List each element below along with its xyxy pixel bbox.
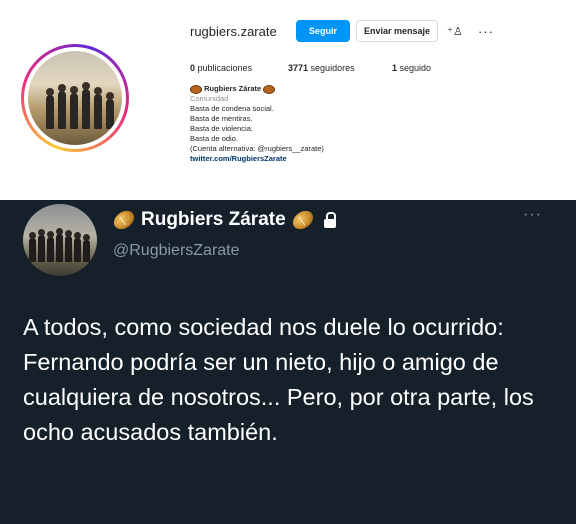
rugby-ball-icon <box>110 207 138 233</box>
lock-icon <box>323 212 336 228</box>
rugby-ball-icon <box>263 84 276 94</box>
followers-count[interactable]: 3771 seguidores <box>288 63 355 73</box>
rugby-ball-icon <box>190 84 202 94</box>
bio-line: Basta de violencia. <box>190 124 253 133</box>
following-count[interactable]: 1 seguido <box>392 63 431 73</box>
instagram-profile-header: rugbiers.zarate Seguir Enviar mensaje ⁺♙… <box>0 0 576 200</box>
posts-count[interactable]: 0 publicaciones <box>190 63 252 73</box>
tweet-author-avatar[interactable] <box>23 204 97 276</box>
bio-line: (Cuenta alternativa: @rugbiers__zarate) <box>190 144 324 153</box>
tweet-author-handle[interactable]: @RugbiersZarate <box>113 242 240 260</box>
follow-button[interactable]: Seguir <box>296 20 350 42</box>
person-add-icon[interactable]: ⁺♙ <box>443 20 467 42</box>
bio-display-name: Rugbiers Zárate <box>204 84 262 93</box>
bio-line: Basta de condena social. <box>190 104 274 113</box>
profile-avatar[interactable] <box>21 44 129 152</box>
bio-line: Basta de mentiras. <box>190 114 253 123</box>
send-message-button[interactable]: Enviar mensaje <box>356 20 438 42</box>
more-options-icon[interactable]: ··· <box>474 20 498 42</box>
bio-line: Basta de odio. <box>190 134 238 143</box>
tweet-author-name-row[interactable]: Rugbiers Zárate <box>110 207 336 233</box>
tweet-text: A todos, como sociedad nos duele lo ocur… <box>23 314 534 445</box>
more-options-icon[interactable]: ··· <box>523 206 542 224</box>
rugby-ball-icon <box>289 207 317 233</box>
tweet-card: Rugbiers Zárate @RugbiersZarate ··· A to… <box>0 200 576 524</box>
bio-link[interactable]: twitter.com/RugbiersZarate <box>190 154 324 164</box>
profile-username: rugbiers.zarate <box>190 24 277 39</box>
bio-category: Comunidad <box>190 94 229 103</box>
profile-bio: Rugbiers Zárate Comunidad Basta de conde… <box>190 84 324 164</box>
tweet-author-name: Rugbiers Zárate <box>141 209 286 230</box>
group-photo <box>28 51 122 145</box>
